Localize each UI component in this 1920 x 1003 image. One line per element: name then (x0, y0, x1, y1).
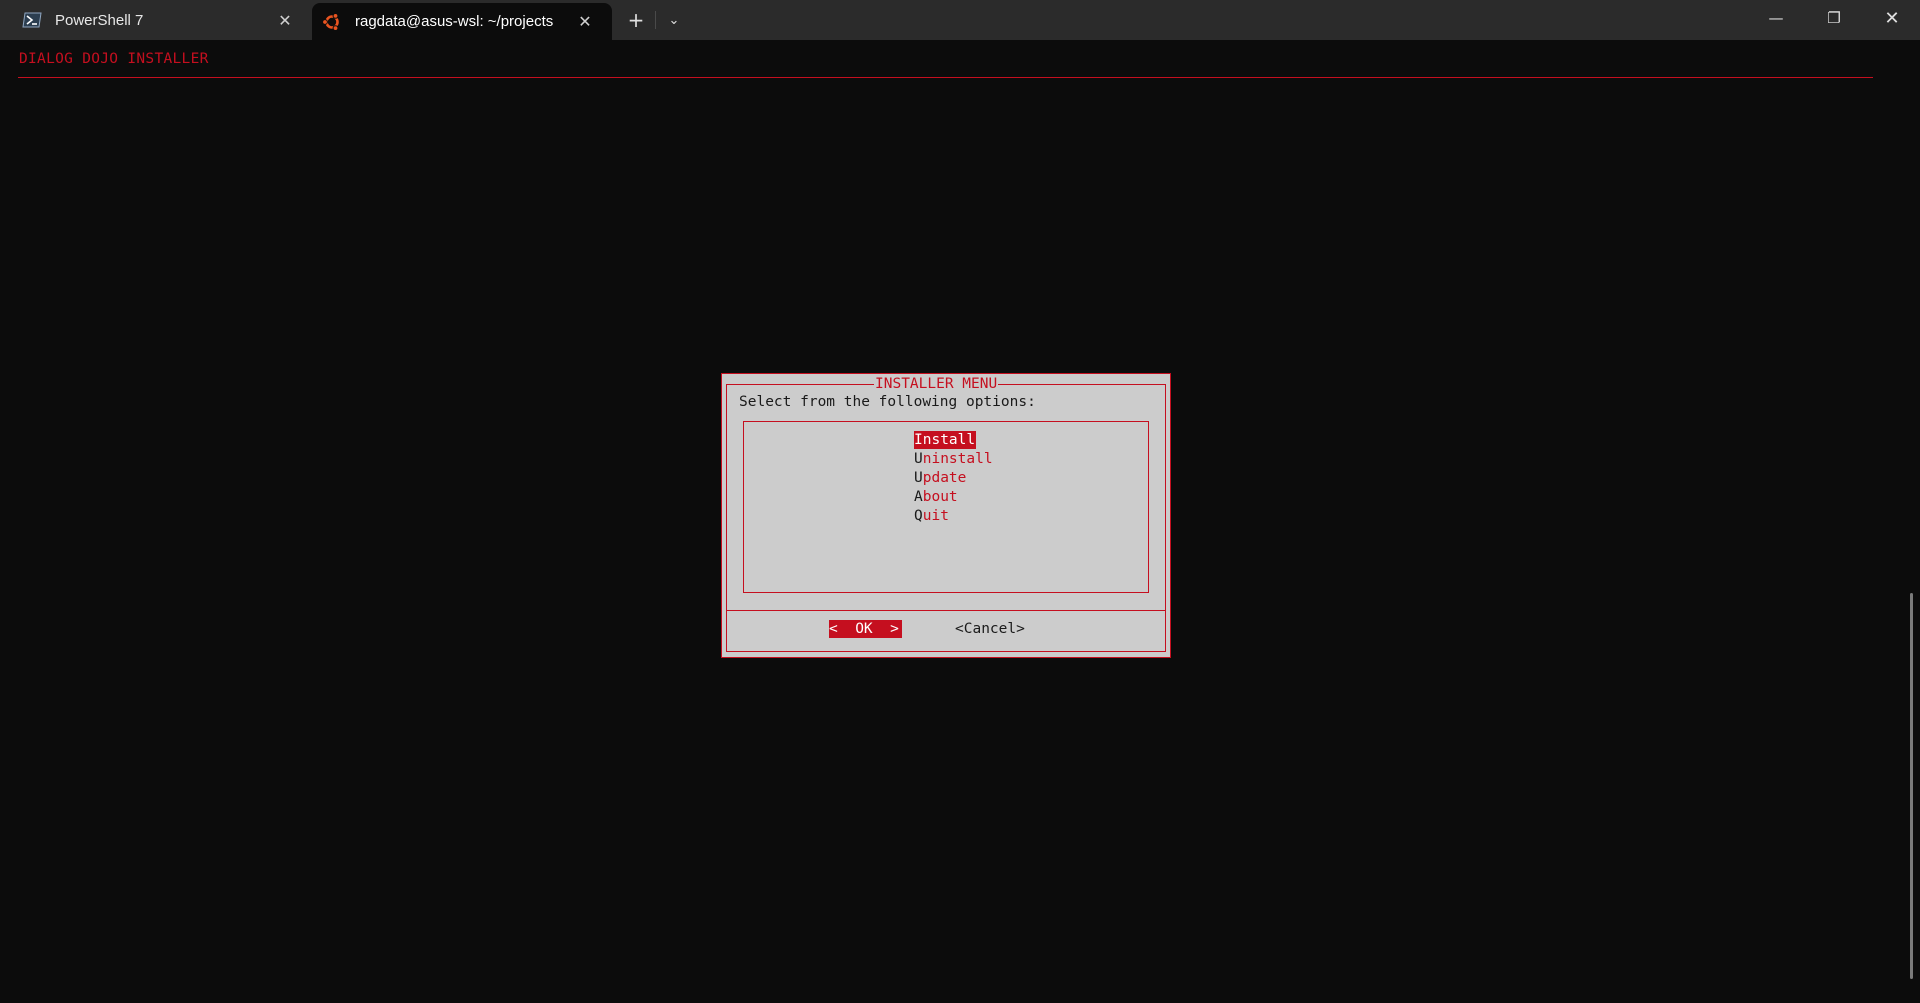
menu-list: Install Uninstall Update About Quit (743, 421, 1149, 593)
header-rule (18, 77, 1873, 78)
ubuntu-icon (322, 12, 339, 31)
installer-header-title: DIALOG DOJO INSTALLER (19, 51, 209, 67)
menu-item-about[interactable]: About (914, 488, 958, 506)
menu-hotkey: U (914, 451, 923, 467)
menu-item-install[interactable]: Install (914, 431, 977, 449)
tab-title: PowerShell 7 (55, 11, 144, 29)
menu-item-quit[interactable]: Quit (914, 507, 949, 525)
dialog-prompt: Select from the following options: (739, 394, 1036, 410)
installer-dialog: INSTALLER MENU Select from the following… (721, 373, 1171, 658)
close-window-button[interactable]: ✕ (1863, 0, 1920, 36)
tab-close-icon[interactable]: ✕ (573, 10, 597, 34)
new-tab-button[interactable]: + (620, 0, 652, 40)
menu-hotkey: I (914, 432, 923, 448)
menu-label: bout (922, 489, 958, 505)
menu-label: uit (922, 508, 949, 524)
restore-button[interactable]: ❐ (1805, 0, 1863, 36)
dialog-title: INSTALLER MENU (874, 375, 999, 393)
tab-title: ragdata@asus-wsl: ~/projects (355, 13, 554, 30)
tab-close-icon[interactable]: ✕ (273, 8, 297, 32)
menu-label: nstall (922, 432, 976, 448)
menu-hotkey: A (914, 489, 923, 505)
menu-hotkey: U (914, 470, 923, 486)
scrollbar[interactable] (1910, 593, 1913, 979)
powershell-icon (22, 12, 42, 28)
ok-button[interactable]: < OK > (829, 620, 902, 638)
title-bar: PowerShell 7 ✕ ragdata@asus-wsl: ~/proje… (0, 0, 1920, 40)
dialog-divider (726, 610, 1166, 611)
menu-label: pdate (922, 470, 967, 486)
menu-hotkey: Q (914, 508, 923, 524)
menu-label: ninstall (922, 451, 993, 467)
cancel-button[interactable]: <Cancel> (955, 620, 1025, 638)
titlebar-divider (655, 11, 656, 29)
menu-item-update[interactable]: Update (914, 469, 966, 487)
chevron-down-icon[interactable]: ⌄ (658, 0, 690, 40)
tab-powershell[interactable]: PowerShell 7 ✕ (0, 0, 310, 40)
tab-ubuntu[interactable]: ragdata@asus-wsl: ~/projects ✕ (312, 3, 612, 40)
minimize-button[interactable]: — (1747, 0, 1805, 36)
menu-item-uninstall[interactable]: Uninstall (914, 450, 993, 468)
